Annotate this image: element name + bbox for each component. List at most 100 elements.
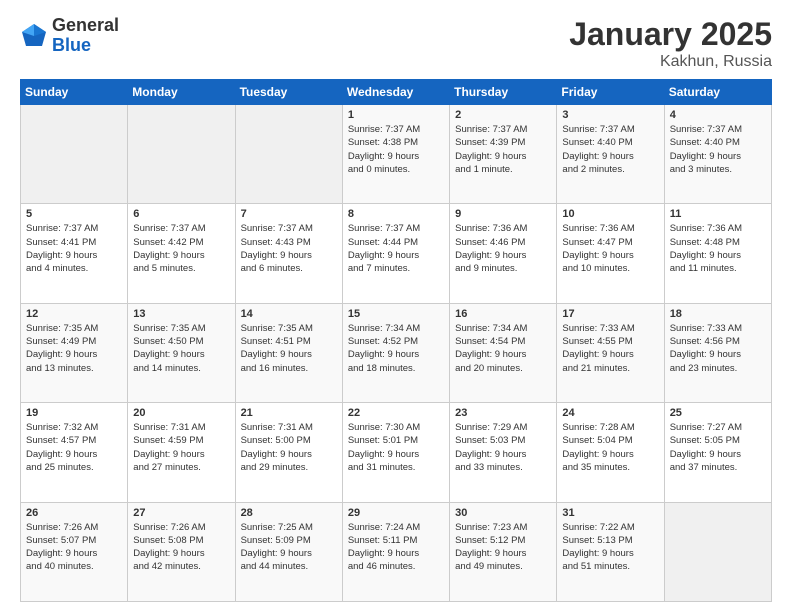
- day-number: 9: [455, 208, 551, 220]
- calendar-cell: 12Sunrise: 7:35 AM Sunset: 4:49 PM Dayli…: [21, 303, 128, 402]
- calendar-cell: 9 Sunrise: 7:36 AM Sunset: 4:46 PM Daylig…: [450, 204, 557, 303]
- calendar-cell: [21, 105, 128, 204]
- month-title: January 2025: [569, 16, 772, 53]
- day-info: Sunrise: 7:35 AM Sunset: 4:49 PM Dayligh…: [26, 322, 122, 375]
- page: General Blue January 2025 Kakhun, Russia…: [0, 0, 792, 612]
- day-number: 7: [241, 208, 337, 220]
- day-info: Sunrise: 7:33 AM Sunset: 4:56 PM Dayligh…: [670, 322, 766, 375]
- day-number: 17: [562, 308, 658, 320]
- calendar-cell: 10Sunrise: 7:36 AM Sunset: 4:47 PM Dayli…: [557, 204, 664, 303]
- calendar-cell: 22 Sunrise: 7:30 AM Sunset: 5:01 PM Dayli…: [342, 403, 449, 502]
- day-info: Sunrise: 7:37 AM Sunset: 4:38 PM Dayligh…: [348, 123, 444, 176]
- day-number: 30: [455, 507, 551, 519]
- day-number: 20: [133, 407, 229, 419]
- col-monday: Monday: [128, 80, 235, 105]
- day-info: Sunrise: 7:27 AM Sunset: 5:05 PM Dayligh…: [670, 421, 766, 474]
- calendar-cell: 14 Sunrise: 7:35 AM Sunset: 4:51 PM Dayli…: [235, 303, 342, 402]
- day-number: 18: [670, 308, 766, 320]
- day-info: Sunrise: 7:31 AM Sunset: 4:59 PM Dayligh…: [133, 421, 229, 474]
- day-number: 16: [455, 308, 551, 320]
- col-sunday: Sunday: [21, 80, 128, 105]
- col-saturday: Saturday: [664, 80, 771, 105]
- calendar-cell: 18 Sunrise: 7:33 AM Sunset: 4:56 PM Dayli…: [664, 303, 771, 402]
- day-info: Sunrise: 7:30 AM Sunset: 5:01 PM Dayligh…: [348, 421, 444, 474]
- calendar-table: Sunday Monday Tuesday Wednesday Thursday…: [20, 79, 772, 602]
- day-number: 13: [133, 308, 229, 320]
- calendar-week-2: 5Sunrise: 7:37 AM Sunset: 4:41 PM Daylig…: [21, 204, 772, 303]
- calendar-cell: 29 Sunrise: 7:24 AM Sunset: 5:11 PM Dayli…: [342, 502, 449, 601]
- calendar-cell: [235, 105, 342, 204]
- calendar-week-4: 19Sunrise: 7:32 AM Sunset: 4:57 PM Dayli…: [21, 403, 772, 502]
- day-number: 22: [348, 407, 444, 419]
- calendar-cell: 31Sunrise: 7:22 AM Sunset: 5:13 PM Dayli…: [557, 502, 664, 601]
- day-info: Sunrise: 7:28 AM Sunset: 5:04 PM Dayligh…: [562, 421, 658, 474]
- calendar-week-3: 12Sunrise: 7:35 AM Sunset: 4:49 PM Dayli…: [21, 303, 772, 402]
- logo: General Blue: [20, 16, 119, 56]
- day-number: 15: [348, 308, 444, 320]
- day-number: 2: [455, 109, 551, 121]
- logo-icon: [20, 22, 48, 50]
- calendar-cell: 17 Sunrise: 7:33 AM Sunset: 4:55 PM Dayli…: [557, 303, 664, 402]
- day-info: Sunrise: 7:23 AM Sunset: 5:12 PM Dayligh…: [455, 521, 551, 574]
- calendar-cell: 21Sunrise: 7:31 AM Sunset: 5:00 PM Dayli…: [235, 403, 342, 502]
- day-info: Sunrise: 7:37 AM Sunset: 4:42 PM Dayligh…: [133, 222, 229, 275]
- calendar-cell: 30 Sunrise: 7:23 AM Sunset: 5:12 PM Dayli…: [450, 502, 557, 601]
- day-info: Sunrise: 7:34 AM Sunset: 4:52 PM Dayligh…: [348, 322, 444, 375]
- day-number: 11: [670, 208, 766, 220]
- calendar-cell: 24 Sunrise: 7:28 AM Sunset: 5:04 PM Dayli…: [557, 403, 664, 502]
- calendar-week-1: 1 Sunrise: 7:37 AM Sunset: 4:38 PM Daylig…: [21, 105, 772, 204]
- day-number: 28: [241, 507, 337, 519]
- location: Kakhun, Russia: [569, 53, 772, 71]
- day-info: Sunrise: 7:35 AM Sunset: 4:51 PM Dayligh…: [241, 322, 337, 375]
- day-number: 6: [133, 208, 229, 220]
- calendar-cell: 2Sunrise: 7:37 AM Sunset: 4:39 PM Daylig…: [450, 105, 557, 204]
- calendar-cell: [664, 502, 771, 601]
- logo-general-text: General: [52, 16, 119, 36]
- calendar-cell: 4Sunrise: 7:37 AM Sunset: 4:40 PM Daylig…: [664, 105, 771, 204]
- calendar-cell: 28 Sunrise: 7:25 AM Sunset: 5:09 PM Dayli…: [235, 502, 342, 601]
- calendar-cell: 8Sunrise: 7:37 AM Sunset: 4:44 PM Daylig…: [342, 204, 449, 303]
- day-number: 8: [348, 208, 444, 220]
- day-info: Sunrise: 7:37 AM Sunset: 4:40 PM Dayligh…: [562, 123, 658, 176]
- day-number: 29: [348, 507, 444, 519]
- calendar-cell: 7Sunrise: 7:37 AM Sunset: 4:43 PM Daylig…: [235, 204, 342, 303]
- calendar-cell: 13 Sunrise: 7:35 AM Sunset: 4:50 PM Dayli…: [128, 303, 235, 402]
- day-info: Sunrise: 7:22 AM Sunset: 5:13 PM Dayligh…: [562, 521, 658, 574]
- day-number: 25: [670, 407, 766, 419]
- calendar-cell: [128, 105, 235, 204]
- day-number: 5: [26, 208, 122, 220]
- day-number: 14: [241, 308, 337, 320]
- day-number: 24: [562, 407, 658, 419]
- day-number: 19: [26, 407, 122, 419]
- logo-blue-text: Blue: [52, 36, 119, 56]
- col-wednesday: Wednesday: [342, 80, 449, 105]
- col-friday: Friday: [557, 80, 664, 105]
- day-info: Sunrise: 7:35 AM Sunset: 4:50 PM Dayligh…: [133, 322, 229, 375]
- header: General Blue January 2025 Kakhun, Russia: [20, 16, 772, 71]
- calendar-cell: 25 Sunrise: 7:27 AM Sunset: 5:05 PM Dayli…: [664, 403, 771, 502]
- calendar-cell: 26Sunrise: 7:26 AM Sunset: 5:07 PM Dayli…: [21, 502, 128, 601]
- col-thursday: Thursday: [450, 80, 557, 105]
- day-info: Sunrise: 7:34 AM Sunset: 4:54 PM Dayligh…: [455, 322, 551, 375]
- day-info: Sunrise: 7:36 AM Sunset: 4:46 PM Dayligh…: [455, 222, 551, 275]
- day-info: Sunrise: 7:36 AM Sunset: 4:47 PM Dayligh…: [562, 222, 658, 275]
- header-row: Sunday Monday Tuesday Wednesday Thursday…: [21, 80, 772, 105]
- day-info: Sunrise: 7:33 AM Sunset: 4:55 PM Dayligh…: [562, 322, 658, 375]
- calendar-cell: 16 Sunrise: 7:34 AM Sunset: 4:54 PM Dayli…: [450, 303, 557, 402]
- day-number: 4: [670, 109, 766, 121]
- calendar-header: Sunday Monday Tuesday Wednesday Thursday…: [21, 80, 772, 105]
- day-info: Sunrise: 7:25 AM Sunset: 5:09 PM Dayligh…: [241, 521, 337, 574]
- calendar-cell: 3 Sunrise: 7:37 AM Sunset: 4:40 PM Daylig…: [557, 105, 664, 204]
- calendar-body: 1 Sunrise: 7:37 AM Sunset: 4:38 PM Daylig…: [21, 105, 772, 602]
- calendar-cell: 5Sunrise: 7:37 AM Sunset: 4:41 PM Daylig…: [21, 204, 128, 303]
- logo-text: General Blue: [52, 16, 119, 56]
- day-number: 23: [455, 407, 551, 419]
- day-info: Sunrise: 7:24 AM Sunset: 5:11 PM Dayligh…: [348, 521, 444, 574]
- calendar-cell: 23 Sunrise: 7:29 AM Sunset: 5:03 PM Dayli…: [450, 403, 557, 502]
- day-info: Sunrise: 7:29 AM Sunset: 5:03 PM Dayligh…: [455, 421, 551, 474]
- calendar-week-5: 26Sunrise: 7:26 AM Sunset: 5:07 PM Dayli…: [21, 502, 772, 601]
- day-number: 26: [26, 507, 122, 519]
- day-info: Sunrise: 7:36 AM Sunset: 4:48 PM Dayligh…: [670, 222, 766, 275]
- day-number: 1: [348, 109, 444, 121]
- day-number: 3: [562, 109, 658, 121]
